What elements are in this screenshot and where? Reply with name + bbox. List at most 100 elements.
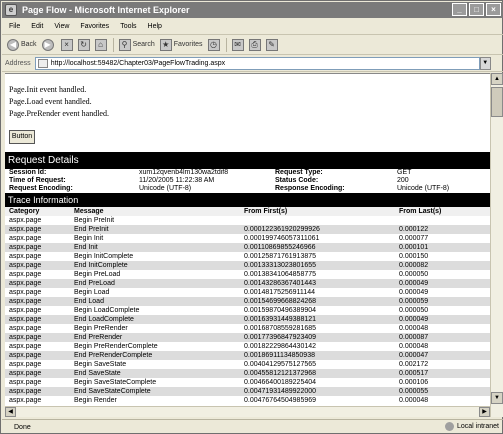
table-row: aspx.page Begin InitComplete 0.00125871761…	[5, 252, 490, 261]
cell-category: aspx.page	[9, 235, 42, 242]
menu-view[interactable]: View	[54, 23, 69, 30]
cell-from-last: 0.000049	[395, 315, 490, 324]
table-row: aspx.page Begin Load 0.00148175256911144 0.…	[5, 288, 490, 297]
event-line: Page.PreRender event handled.	[9, 109, 109, 118]
cell-from-last: 0.000122	[395, 225, 490, 234]
cell-message: Begin Render	[74, 397, 117, 404]
cell-from-first	[240, 216, 395, 225]
address-dropdown-button[interactable]: ▼	[479, 56, 491, 70]
cell-message: End PreRenderComplete	[70, 351, 240, 360]
horizontal-scrollbar[interactable]: ◀ ▶	[5, 406, 490, 417]
table-row: aspx.page Begin SaveStateComplete 0.004664…	[5, 378, 490, 387]
browser-window: e Page Flow - Microsoft Internet Explore…	[0, 0, 503, 434]
minimize-button[interactable]: _	[452, 3, 467, 16]
history-icon: ◷	[207, 38, 220, 51]
security-zone: Local intranet	[444, 422, 499, 431]
table-row: aspx.page End Init 0.00110869855246966 0.00…	[5, 243, 490, 252]
trace-table: Category Message From First(s) From Last…	[5, 207, 490, 405]
cell-from-first: 0.000122361920299926	[240, 225, 395, 234]
table-row: aspx.page End InitComplete 0.0013331302380…	[5, 261, 490, 270]
trace-information-header: Trace Information	[5, 193, 490, 207]
menu-tools[interactable]: Tools	[120, 23, 136, 30]
table-row: aspx.page Begin LoadComplete 0.00159870496…	[5, 306, 490, 315]
table-row: aspx.page Begin Render 0.00476764504985969…	[5, 396, 490, 405]
home-icon: ⌂	[94, 38, 107, 51]
cell-from-last: 0.000050	[399, 307, 429, 314]
search-button[interactable]: ⚲ Search	[118, 38, 155, 51]
scroll-left-icon[interactable]: ◀	[5, 407, 16, 417]
event-log: Page.Init event handled. Page.Load event…	[5, 74, 490, 120]
cell-message: End Load	[70, 297, 240, 306]
menu-favorites[interactable]: Favorites	[80, 23, 109, 30]
refresh-icon: ↻	[77, 38, 90, 51]
trace-body: aspx.page Begin PreInit aspx.page End PreIn…	[5, 216, 490, 405]
cell-message: End SaveStateComplete	[70, 387, 240, 396]
status-code-value: 200	[397, 177, 409, 184]
menu-file[interactable]: File	[9, 23, 20, 30]
forward-button[interactable]: ▶	[41, 38, 56, 51]
cell-category: aspx.page	[5, 333, 70, 342]
cell-from-first: 0.00177396847923409	[240, 333, 395, 342]
stop-button[interactable]: ×	[60, 38, 73, 51]
table-row: aspx.page End Load 0.00154699668824268 0.00…	[5, 297, 490, 306]
cell-from-first: 0.000199746057311061	[244, 235, 320, 242]
close-button[interactable]: ×	[486, 3, 501, 16]
response-encoding-value: Unicode (UTF-8)	[397, 185, 450, 192]
cell-from-first: 0.00466400189225404	[244, 379, 317, 386]
table-row: aspx.page End PreInit 0.000122361920299926…	[5, 225, 490, 234]
cell-category: aspx.page	[9, 253, 42, 260]
cell-from-last: 0.000048	[399, 397, 429, 404]
table-row: aspx.page End SaveState 0.0045581212137296…	[5, 369, 490, 378]
session-id-value: xum12qvenb4lm130wa2tdif8	[139, 169, 229, 176]
time-of-request-label: Time of Request:	[9, 177, 66, 184]
cell-from-first: 0.00455812121372968	[240, 369, 395, 378]
address-label: Address	[5, 59, 31, 67]
cell-from-last: 0.000059	[395, 297, 490, 306]
menu-help[interactable]: Help	[148, 23, 162, 30]
vertical-scrollbar[interactable]: ▲ ▼	[490, 73, 503, 417]
history-button[interactable]: ◷	[207, 38, 220, 51]
cell-category: aspx.page	[9, 289, 42, 296]
page-button[interactable]: Button	[9, 130, 35, 144]
favorites-button[interactable]: ★ Favorites	[159, 38, 203, 51]
print-button[interactable]: ⎙	[248, 38, 261, 51]
cell-from-last: 0.000048	[399, 343, 429, 350]
cell-from-first: 0.00404129575127565	[244, 361, 317, 368]
request-encoding-value: Unicode (UTF-8)	[139, 185, 192, 192]
search-label: Search	[132, 41, 155, 48]
scroll-thumb[interactable]	[491, 87, 503, 117]
mail-button[interactable]: ✉	[231, 38, 244, 51]
event-line: Page.Init event handled.	[9, 85, 87, 94]
cell-message: Begin PreRenderComplete	[74, 343, 158, 350]
scroll-right-icon[interactable]: ▶	[479, 407, 490, 417]
scroll-up-icon[interactable]: ▲	[491, 73, 503, 85]
cell-message: End PreRender	[70, 333, 240, 342]
edit-button[interactable]: ✎	[265, 38, 278, 51]
cell-from-first: 0.00148175256911144	[244, 289, 315, 296]
cell-message: Begin Load	[74, 289, 110, 296]
address-input[interactable]: http://localhost:59482/Chapter03/PageFlo…	[34, 56, 480, 70]
cell-category: aspx.page	[9, 379, 42, 386]
cell-from-first: 0.00154699668824268	[240, 297, 395, 306]
back-button[interactable]: ◀ Back	[7, 38, 37, 51]
refresh-button[interactable]: ↻	[77, 38, 90, 51]
cell-message: End PreInit	[70, 225, 240, 234]
cell-from-last: 0.000049	[395, 279, 490, 288]
table-row: aspx.page Begin PreRender 0.00168708559281…	[5, 324, 490, 333]
toolbar-separator	[225, 37, 227, 52]
cell-from-first: 0.00471931489922000	[240, 387, 395, 396]
globe-icon	[444, 422, 454, 431]
scroll-down-icon[interactable]: ▼	[491, 392, 503, 404]
cell-category: aspx.page	[5, 225, 70, 234]
maximize-button[interactable]: □	[469, 3, 484, 16]
menu-bar: File Edit View Favorites Tools Help	[2, 18, 503, 35]
cell-from-first: 0.00125871761913875	[244, 253, 317, 260]
menu-edit[interactable]: Edit	[31, 23, 43, 30]
cell-category: aspx.page	[5, 315, 70, 324]
cell-message: End Init	[70, 243, 240, 252]
edit-icon: ✎	[265, 38, 278, 51]
search-icon: ⚲	[118, 38, 131, 51]
cell-category: aspx.page	[9, 271, 42, 278]
home-button[interactable]: ⌂	[94, 38, 107, 51]
cell-message: Begin SaveStateComplete	[74, 379, 157, 386]
